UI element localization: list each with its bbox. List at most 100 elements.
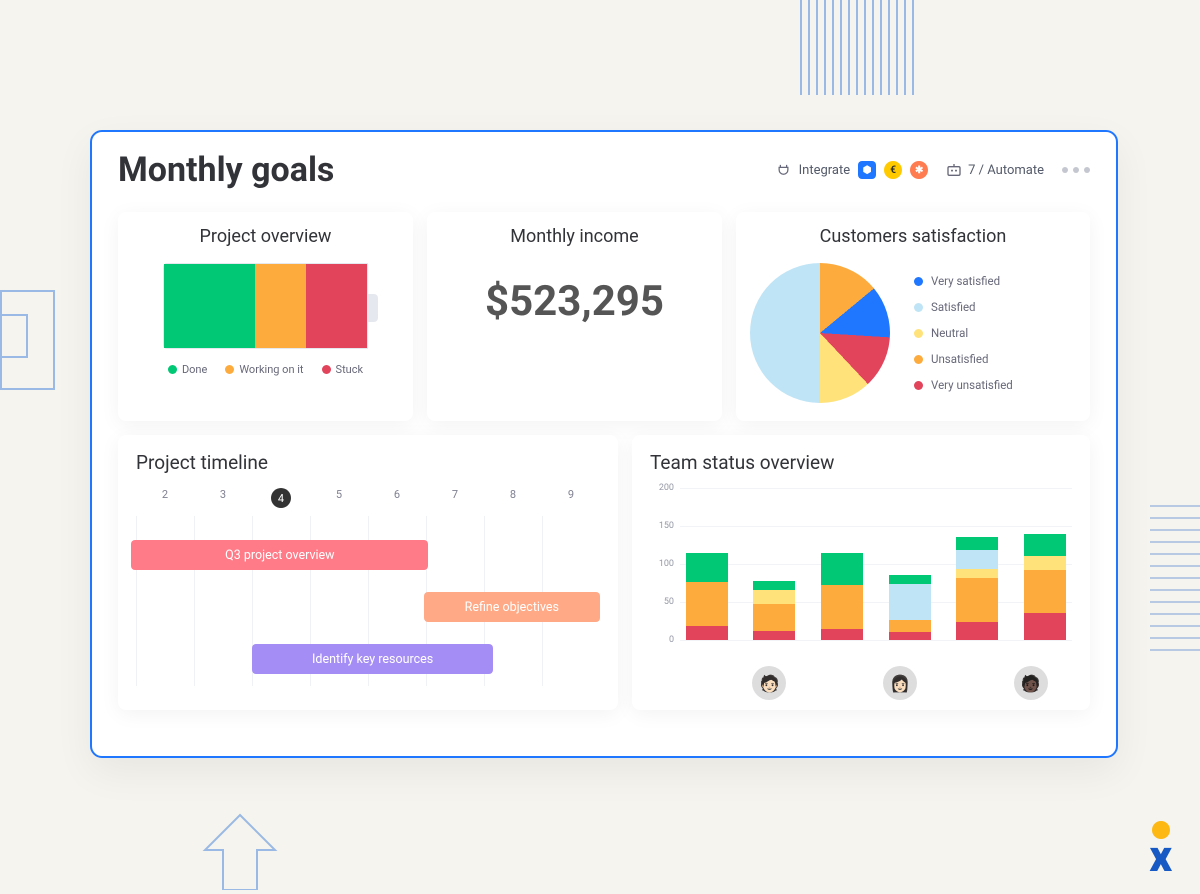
card-title: Customers satisfaction (750, 226, 1076, 247)
segment-stuck (306, 264, 367, 348)
bar-segment (956, 569, 998, 578)
bar-segment (821, 585, 863, 629)
legend-dot-icon (914, 381, 923, 390)
segment-working (255, 264, 306, 348)
stacked-bars (680, 488, 1072, 640)
bar-segment (1024, 534, 1066, 557)
integration-badge-icon: € (884, 161, 902, 179)
legend-dot-icon (914, 303, 923, 312)
project-overview-card: Project overview Done Working on it Stuc… (118, 212, 413, 421)
robot-icon (946, 163, 962, 177)
stacked-bar (753, 581, 795, 640)
bar-segment (753, 581, 795, 590)
timeline-tick-active: 4 (271, 488, 291, 508)
y-tick: 0 (669, 635, 674, 645)
timeline-tick: 6 (394, 488, 400, 501)
timeline-bar[interactable]: Identify key resources (252, 644, 493, 674)
battery-nub-icon (367, 294, 378, 322)
y-tick: 200 (659, 483, 674, 493)
legend-dot-icon (322, 365, 331, 374)
y-tick: 150 (659, 521, 674, 531)
decorative-arrow-icon (195, 810, 285, 890)
bar-segment (686, 582, 728, 626)
overview-legend: Done Working on it Stuck (132, 363, 399, 376)
legend-label: Very unsatisfied (931, 378, 1013, 392)
bar-segment (889, 620, 931, 632)
bar-segment (753, 631, 795, 640)
y-axis: 200 150 100 50 0 (650, 488, 678, 640)
integration-badge-icon: ⬢ (858, 161, 876, 179)
legend-label: Stuck (336, 363, 364, 376)
income-amount: $523,295 (441, 277, 708, 326)
avatar[interactable]: 🧑🏿 (1014, 666, 1048, 700)
bar-segment (1024, 613, 1066, 640)
timeline-tick: 2 (162, 488, 168, 501)
legend-dot-icon (168, 365, 177, 374)
integration-badge-icon: ✱ (910, 161, 928, 179)
stacked-bar (889, 575, 931, 640)
legend-dot-icon (914, 355, 923, 364)
timeline-tick: 3 (220, 488, 226, 501)
satisfaction-card: Customers satisfaction Very satisfied Sa… (736, 212, 1090, 421)
team-status-card: Team status overview 200 150 100 50 0 🧑🏻 (632, 435, 1090, 710)
avatar[interactable]: 🧑🏻 (752, 666, 786, 700)
stacked-bar (956, 537, 998, 640)
decorative-lines-right (1150, 505, 1200, 651)
avatar[interactable]: 👩🏻 (883, 666, 917, 700)
stacked-bar (686, 553, 728, 640)
project-overview-chart (163, 263, 368, 349)
y-tick: 100 (659, 559, 674, 569)
legend-label: Very satisfied (931, 274, 1000, 288)
legend-label: Satisfied (931, 300, 976, 314)
satisfaction-legend: Very satisfied Satisfied Neutral Unsatis… (914, 274, 1013, 392)
page-title: Monthly goals (118, 150, 334, 190)
bar-segment (889, 575, 931, 584)
stacked-bar (821, 553, 863, 640)
bar-segment (889, 632, 931, 640)
bar-segment (1024, 556, 1066, 570)
timeline-bar[interactable]: Q3 project overview (131, 540, 428, 570)
decorative-lines-top (800, 0, 960, 95)
timeline-bar[interactable]: Refine objectives (424, 592, 600, 622)
timeline-tick: 8 (510, 488, 516, 501)
monthly-income-card: Monthly income $523,295 (427, 212, 722, 421)
timeline-tick: 9 (568, 488, 574, 501)
legend-dot-icon (225, 365, 234, 374)
legend-label: Neutral (931, 326, 968, 340)
plug-icon (776, 163, 791, 178)
header-controls: Integrate ⬢ € ✱ 7 / Automate (776, 161, 1090, 179)
timeline-tick: 7 (452, 488, 458, 501)
y-tick: 50 (664, 597, 674, 607)
bar-segment (956, 537, 998, 551)
stacked-bar (1024, 534, 1066, 640)
project-timeline-card: Project timeline 2 3 4 5 6 7 8 9 Q3 proj… (118, 435, 618, 710)
bar-segment (686, 626, 728, 640)
legend-dot-icon (914, 329, 923, 338)
bar-segment (956, 578, 998, 622)
timeline-chart: 2 3 4 5 6 7 8 9 Q3 project overview Refi… (136, 488, 600, 688)
automate-button[interactable]: 7 / Automate (946, 163, 1044, 178)
dashboard-header: Monthly goals Integrate ⬢ € ✱ 7 / Automa… (118, 150, 1090, 190)
card-title: Project overview (132, 226, 399, 247)
legend-label: Unsatisfied (931, 352, 988, 366)
segment-done (164, 264, 255, 348)
more-menu-button[interactable] (1062, 167, 1090, 173)
decorative-square (0, 290, 55, 390)
legend-dot-icon (914, 277, 923, 286)
dashboard-window: Monthly goals Integrate ⬢ € ✱ 7 / Automa… (90, 130, 1118, 758)
satisfaction-pie-chart (750, 263, 890, 403)
bar-segment (889, 584, 931, 620)
timeline-axis: 2 3 4 5 6 7 8 9 (136, 488, 600, 516)
legend-label: Working on it (239, 363, 303, 376)
team-avatars: 🧑🏻 👩🏻 🧑🏿 (680, 666, 1072, 700)
card-title: Project timeline (136, 451, 600, 474)
integrate-label: Integrate (799, 163, 851, 178)
bar-segment (821, 629, 863, 640)
card-title: Monthly income (441, 226, 708, 247)
bar-segment (753, 604, 795, 631)
team-status-chart: 200 150 100 50 0 🧑🏻 👩🏻 🧑🏿 (650, 488, 1072, 660)
integrate-button[interactable]: Integrate ⬢ € ✱ (776, 161, 929, 179)
card-title: Team status overview (650, 451, 1072, 474)
legend-label: Done (182, 363, 207, 376)
bar-segment (686, 553, 728, 582)
